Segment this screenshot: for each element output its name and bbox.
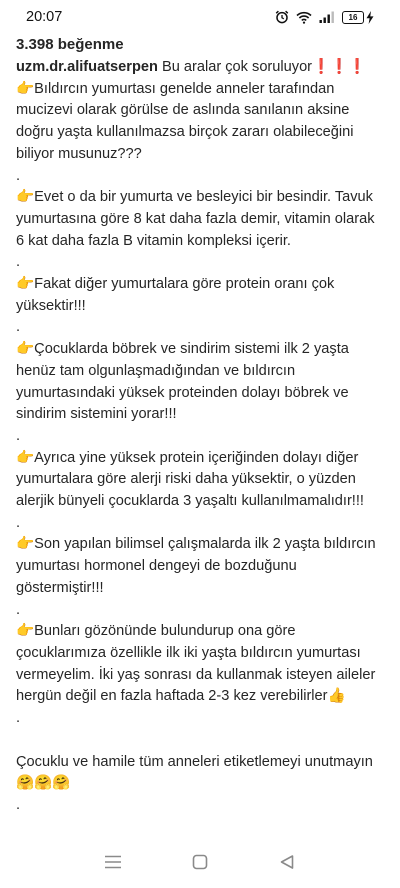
battery-indicator: 16 — [342, 10, 374, 24]
recent-apps-button[interactable] — [93, 842, 133, 882]
caption-paragraph: 👉Ayrıca yine yüksek protein içeriğinden … — [16, 449, 364, 510]
back-triangle-icon — [280, 855, 293, 869]
caption-paragraph: 👉Son yapılan bilimsel çalışmalarda ilk 2… — [16, 536, 376, 596]
status-time: 20:07 — [26, 9, 63, 25]
caption-paragraph: . — [16, 710, 21, 727]
menu-icon — [105, 855, 122, 869]
home-button[interactable] — [180, 842, 220, 882]
caption-paragraph: . — [16, 167, 21, 184]
caption-paragraph: 👉Fakat diğer yumurtalara göre protein or… — [16, 276, 335, 314]
caption-paragraph: . — [16, 514, 21, 531]
caption-paragraph: 👉Çocuklarda böbrek ve sindirim sistemi i… — [16, 341, 349, 423]
signal-icon — [319, 11, 335, 23]
caption-intro-line: uzm.dr.alifuatserpen Bu aralar çok sorul… — [16, 57, 384, 79]
charging-icon — [366, 10, 374, 24]
system-navigation-bar — [0, 836, 400, 888]
alarm-icon — [275, 10, 289, 24]
caption-paragraph: . — [16, 427, 21, 444]
home-square-icon — [192, 854, 208, 870]
post-content: 3.398 beğenme uzm.dr.alifuatserpen Bu ar… — [16, 34, 384, 817]
caption-intro: Bu aralar çok soruluyor❗❗❗ — [161, 59, 367, 75]
caption-paragraph: 👉Evet o da bir yumurta ve besleyici bir … — [16, 189, 375, 249]
status-icons: 16 — [275, 10, 374, 24]
caption-paragraph: . — [16, 319, 21, 336]
battery-level: 16 — [342, 10, 364, 24]
caption-paragraph: 👉Bunları gözönünde bulundurup ona göre ç… — [16, 623, 376, 705]
caption-paragraph: Çocuklu ve hamile tüm anneleri etiketlem… — [16, 753, 373, 792]
caption-paragraph: . — [16, 796, 21, 813]
likes-count[interactable]: 3.398 beğenme — [16, 34, 384, 56]
post-caption: uzm.dr.alifuatserpen Bu aralar çok sorul… — [16, 57, 384, 817]
wifi-icon — [296, 11, 312, 24]
caption-paragraph: . — [16, 601, 21, 618]
caption-paragraph: . — [16, 254, 21, 271]
caption-paragraph: 👉Bıldırcın yumurtası genelde anneler tar… — [16, 80, 354, 162]
author-username[interactable]: uzm.dr.alifuatserpen — [16, 59, 158, 75]
instagram-post-screen: 20:07 16 3.398 beğenme uzm.dr.alifuatser… — [0, 0, 400, 888]
status-bar: 20:07 16 — [0, 0, 400, 34]
back-button[interactable] — [267, 842, 307, 882]
caption-blank-line — [16, 730, 384, 752]
